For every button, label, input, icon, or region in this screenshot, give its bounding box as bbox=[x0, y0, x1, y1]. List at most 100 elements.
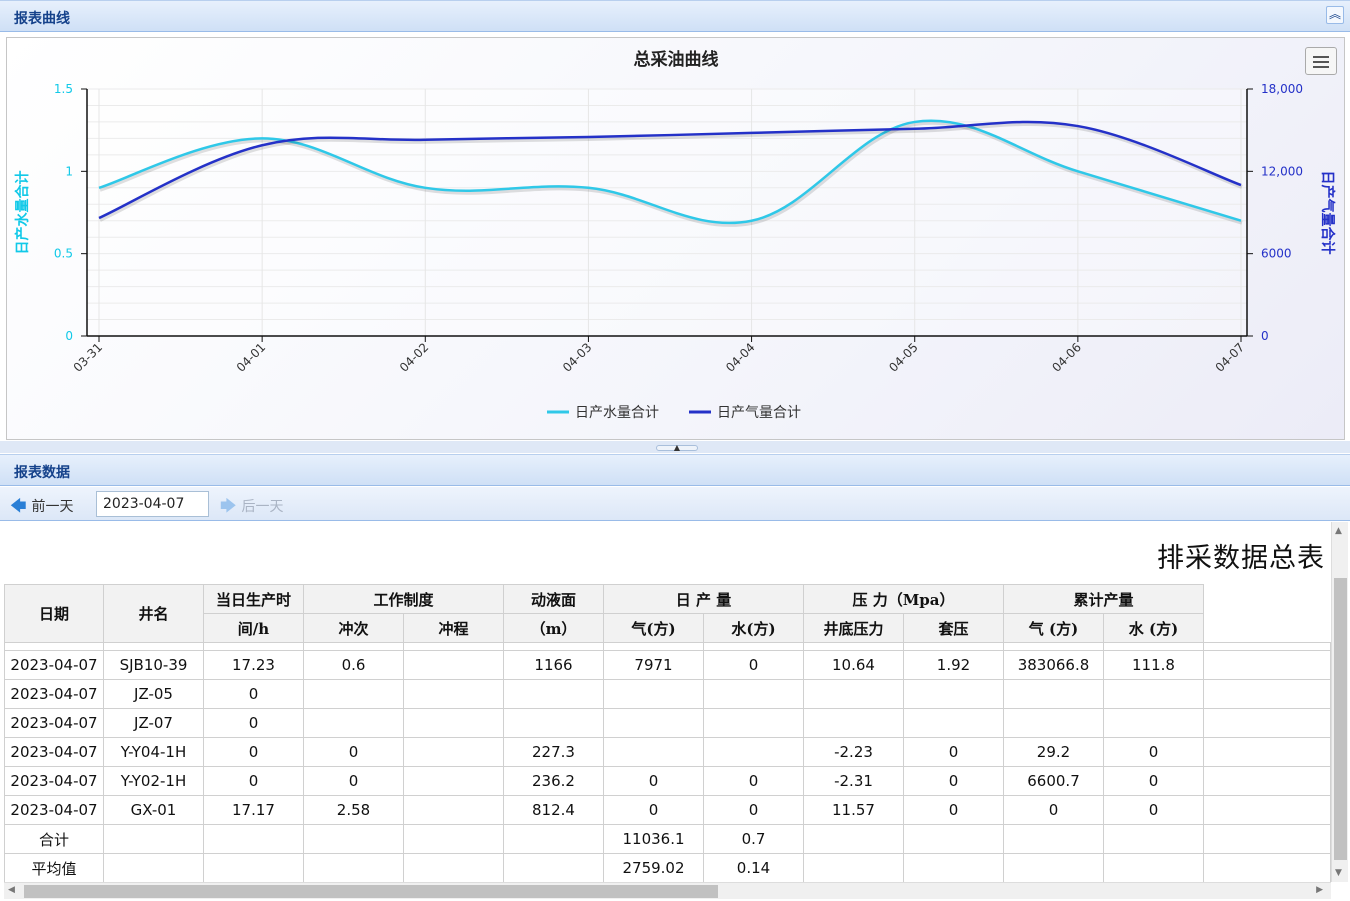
table-cell bbox=[803, 853, 904, 882]
x-tick-label: 04-07 bbox=[1213, 340, 1248, 375]
table-cell bbox=[1103, 824, 1204, 854]
table-cell bbox=[703, 737, 804, 767]
scroll-left-icon[interactable]: ◀ bbox=[8, 885, 15, 895]
table-cell bbox=[1203, 737, 1331, 767]
spacer-row bbox=[4, 642, 1331, 651]
table-cell: 0 bbox=[703, 766, 804, 796]
legend-item-1[interactable]: 日产水量合计 bbox=[575, 405, 659, 421]
table-cell: 2023-04-07 bbox=[4, 708, 104, 738]
table-cell bbox=[503, 853, 604, 882]
vertical-scroll-thumb[interactable] bbox=[1334, 578, 1347, 860]
table-row[interactable]: 2023-04-07 Y-Y04-1H 0 0 227.3 -2.23 0 29.2 0 bbox=[4, 737, 1331, 767]
table-cell: 0.14 bbox=[703, 853, 804, 882]
horizontal-scroll-thumb[interactable] bbox=[24, 885, 718, 898]
header-fluid-level-line2: （m） bbox=[503, 613, 604, 643]
header-strokes: 冲次 bbox=[303, 613, 404, 643]
line-chart: 0 0.5 1 1.5 0 6000 12,000 18,000 03-31 04-01 04-02… bbox=[14, 49, 1336, 421]
table-cell: 2.58 bbox=[303, 795, 404, 825]
table-cell: 2759.02 bbox=[603, 853, 704, 882]
chart-panel-title: 报表曲线 bbox=[14, 11, 70, 27]
table-cell bbox=[403, 853, 504, 882]
table-cell bbox=[403, 650, 504, 680]
y-left-tick-label: 0 bbox=[65, 329, 73, 343]
table-cell: GX-01 bbox=[103, 795, 204, 825]
prev-day-button[interactable]: 🡄 前一天 bbox=[10, 495, 74, 522]
header-date: 日期 bbox=[4, 584, 104, 643]
table-cell: 0 bbox=[1103, 737, 1204, 767]
table-row[interactable]: 2023-04-07 GX-01 17.17 2.58 812.4 0 0 11.57 0 0 0 bbox=[4, 795, 1331, 825]
vertical-scrollbar[interactable]: ▲ ▼ bbox=[1331, 522, 1348, 882]
date-input[interactable] bbox=[96, 491, 209, 517]
table-cell bbox=[303, 708, 404, 738]
header-cum-gas: 气 (方) bbox=[1003, 613, 1104, 643]
table-cell bbox=[803, 679, 904, 709]
table-cell bbox=[403, 824, 504, 854]
report-panel-header: 报表数据 bbox=[0, 454, 1350, 486]
table-row[interactable]: 合计 11036.1 0.7 bbox=[4, 824, 1331, 854]
scroll-up-icon[interactable]: ▲ bbox=[1335, 526, 1342, 536]
table-cell: 11.57 bbox=[803, 795, 904, 825]
header-daily-production: 日 产 量 bbox=[603, 584, 804, 614]
table-cell bbox=[1003, 853, 1104, 882]
y-left-tick-label: 0.5 bbox=[54, 247, 73, 261]
table-cell: 0 bbox=[303, 766, 404, 796]
table-cell: 11036.1 bbox=[603, 824, 704, 854]
horizontal-scrollbar[interactable]: ◀ ▶ bbox=[4, 882, 1331, 899]
splitter-handle[interactable]: ▲ bbox=[656, 444, 698, 452]
table-cell: 0 bbox=[303, 737, 404, 767]
chart-panel-header: 报表曲线 ︽ bbox=[0, 0, 1350, 32]
header-pressure: 压 力（Mpa） bbox=[803, 584, 1004, 614]
table-cell bbox=[103, 824, 204, 854]
table-cell: 10.64 bbox=[803, 650, 904, 680]
table-row[interactable]: 2023-04-07 JZ-05 0 bbox=[4, 679, 1331, 709]
report-title: 排采数据总表 bbox=[1157, 543, 1325, 574]
header-stroke-length: 冲程 bbox=[403, 613, 504, 643]
table-cell: 111.8 bbox=[1103, 650, 1204, 680]
chart-menu-button[interactable] bbox=[1305, 47, 1337, 75]
scroll-down-icon[interactable]: ▼ bbox=[1335, 868, 1342, 878]
table-cell bbox=[903, 853, 1004, 882]
table-cell: 17.17 bbox=[203, 795, 304, 825]
report-panel-title: 报表数据 bbox=[14, 465, 70, 481]
table-cell bbox=[1203, 795, 1331, 825]
table-cell: 0 bbox=[903, 737, 1004, 767]
table-cell: 0 bbox=[203, 708, 304, 738]
scroll-right-icon[interactable]: ▶ bbox=[1316, 885, 1323, 895]
next-day-label: 后一天 bbox=[241, 499, 284, 515]
header-hours-line2: 间/h bbox=[203, 613, 304, 643]
table-cell bbox=[403, 766, 504, 796]
legend-item-2[interactable]: 日产气量合计 bbox=[717, 405, 801, 421]
x-tick-label: 04-01 bbox=[234, 340, 269, 375]
table-row[interactable]: 2023-04-07 SJB10-39 17.23 0.6 1166 7971 0 10.64… bbox=[4, 650, 1331, 680]
table-cell bbox=[503, 824, 604, 854]
table-cell bbox=[903, 679, 1004, 709]
table-cell bbox=[503, 708, 604, 738]
table-cell: 1166 bbox=[503, 650, 604, 680]
table-cell: JZ-07 bbox=[103, 708, 204, 738]
prev-day-label: 前一天 bbox=[31, 499, 74, 515]
table-cell bbox=[1203, 824, 1331, 854]
next-day-button[interactable]: 🡆 后一天 bbox=[220, 495, 284, 522]
table-cell: 0.6 bbox=[303, 650, 404, 680]
table-cell: 0 bbox=[703, 650, 804, 680]
table-cell bbox=[1003, 708, 1104, 738]
table-row[interactable]: 平均值 2759.02 0.14 bbox=[4, 853, 1331, 882]
table-cell: 2023-04-07 bbox=[4, 650, 104, 680]
table-cell: 7971 bbox=[603, 650, 704, 680]
double-chevron-up-icon[interactable]: ︽ bbox=[1326, 6, 1344, 24]
table-cell bbox=[503, 679, 604, 709]
table-row[interactable]: 2023-04-07 Y-Y02-1H 0 0 236.2 0 0 -2.31 0 6600.7 0 bbox=[4, 766, 1331, 796]
table-cell bbox=[603, 679, 704, 709]
table-cell bbox=[1203, 679, 1331, 709]
panel-splitter[interactable]: ▲ bbox=[0, 441, 1350, 453]
y-right-tick-label: 6000 bbox=[1261, 247, 1292, 261]
table-cell bbox=[303, 679, 404, 709]
table-row[interactable]: 2023-04-07 JZ-07 0 bbox=[4, 708, 1331, 738]
header-water: 水(方) bbox=[703, 613, 804, 643]
x-tick-label: 03-31 bbox=[71, 340, 106, 375]
y-left-axis-title: 日产水量合计 bbox=[14, 171, 31, 255]
table-cell: 0 bbox=[203, 679, 304, 709]
chart-container: 0 0.5 1 1.5 0 6000 12,000 18,000 03-31 04-01 04-02… bbox=[6, 37, 1345, 440]
arrow-right-icon: 🡆 bbox=[220, 496, 237, 515]
table-cell: 236.2 bbox=[503, 766, 604, 796]
